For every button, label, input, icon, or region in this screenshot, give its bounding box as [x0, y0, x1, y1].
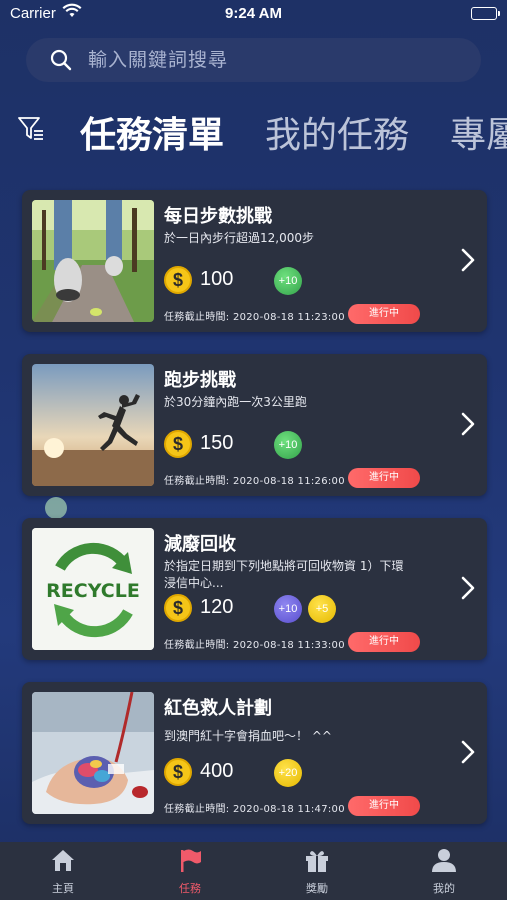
task-description: 於一日內步行超過12,000步 — [164, 231, 314, 245]
task-card-step-challenge[interactable]: 每日步數挑戰 於一日內步行超過12,000步 $ 100 +10 任務截止時間:… — [22, 190, 487, 332]
task-image-walking — [32, 200, 154, 322]
nav-label: 我的 — [433, 882, 455, 895]
task-card-blood-donation[interactable]: 紅色救人計劃 到澳門紅十字會捐血吧～！ ^^ $ 400 +20 任務截止時間:… — [22, 682, 487, 824]
search-icon — [50, 49, 72, 75]
status-badge: 進行中 — [348, 632, 420, 652]
task-title: 每日步數挑戰 — [164, 206, 272, 227]
battery-icon — [471, 7, 500, 20]
gift-icon — [304, 851, 330, 876]
task-deadline: 任務截止時間: 2020-08-18 11:33:00 — [164, 640, 345, 651]
task-title: 減廢回收 — [164, 534, 236, 555]
chevron-right-icon[interactable] — [461, 740, 475, 768]
coin-icon: $ — [164, 266, 192, 294]
bonus-badge: +20 — [274, 759, 302, 787]
nav-rewards[interactable]: 獎勵 — [277, 848, 357, 896]
home-icon — [50, 850, 76, 876]
task-description: 於指定日期到下列地點將可回收物資 1）下環浸信中心... — [164, 559, 404, 590]
tab-exclusive[interactable]: 專屬 — [450, 106, 507, 158]
task-card-recycling[interactable]: RECYCLE 減廢回收 於指定日期到下列地點將可回收物資 1）下環浸信中心..… — [22, 518, 487, 660]
bonus-badge: +10 — [274, 431, 302, 459]
task-points: 150 — [200, 432, 234, 454]
task-description: 到澳門紅十字會捐血吧～！ ^^ — [164, 729, 332, 743]
tab-task-list[interactable]: 任務清單 — [80, 106, 224, 158]
nav-home[interactable]: 主頁 — [23, 848, 103, 896]
task-deadline: 任務截止時間: 2020-08-18 11:23:00 — [164, 312, 345, 323]
nav-label: 獎勵 — [306, 882, 328, 895]
coin-icon: $ — [164, 594, 192, 622]
task-description: 於30分鐘內跑一次3公里跑 — [164, 395, 307, 409]
person-icon — [431, 849, 457, 876]
chevron-right-icon[interactable] — [461, 248, 475, 276]
nav-label: 任務 — [179, 882, 201, 895]
status-bar: Carrier 9:24 AM — [0, 0, 507, 28]
coin-icon: $ — [164, 758, 192, 786]
flag-icon — [177, 849, 203, 876]
recycle-text: RECYCLE — [46, 580, 140, 602]
task-deadline: 任務截止時間: 2020-08-18 11:47:00 — [164, 804, 345, 815]
bonus-badge: +10 — [274, 267, 302, 295]
task-image-recycle: RECYCLE — [32, 528, 154, 650]
tab-my-tasks[interactable]: 我的任務 — [265, 106, 409, 158]
bonus-badge: +5 — [308, 595, 336, 623]
floating-bubble — [45, 497, 67, 519]
chevron-right-icon[interactable] — [461, 576, 475, 604]
search-input[interactable] — [88, 38, 468, 82]
status-badge: 進行中 — [348, 304, 420, 324]
task-card-running-challenge[interactable]: 跑步挑戰 於30分鐘內跑一次3公里跑 $ 150 +10 任務截止時間: 202… — [22, 354, 487, 496]
task-points: 120 — [200, 596, 234, 618]
task-image-blood-donation — [32, 692, 154, 814]
tab-bar: 任務清單 我的任務 專屬 — [0, 100, 507, 160]
status-badge: 進行中 — [348, 796, 420, 816]
nav-label: 主頁 — [52, 882, 74, 895]
task-points: 400 — [200, 760, 234, 782]
task-title: 跑步挑戰 — [164, 370, 236, 391]
clock: 9:24 AM — [225, 5, 282, 22]
coin-icon: $ — [164, 430, 192, 458]
nav-tasks[interactable]: 任務 — [150, 848, 230, 896]
filter-icon[interactable] — [16, 113, 46, 147]
task-deadline: 任務截止時間: 2020-08-18 11:26:00 — [164, 476, 345, 487]
nav-profile[interactable]: 我的 — [404, 848, 484, 896]
task-image-runner — [32, 364, 154, 486]
search-bar[interactable] — [26, 38, 481, 82]
task-points: 100 — [200, 268, 234, 290]
task-title: 紅色救人計劃 — [164, 698, 272, 719]
status-badge: 進行中 — [348, 468, 420, 488]
bonus-badge: +10 — [274, 595, 302, 623]
chevron-right-icon[interactable] — [461, 412, 475, 440]
bottom-nav: 主頁 任務 獎勵 我的 — [0, 842, 507, 900]
